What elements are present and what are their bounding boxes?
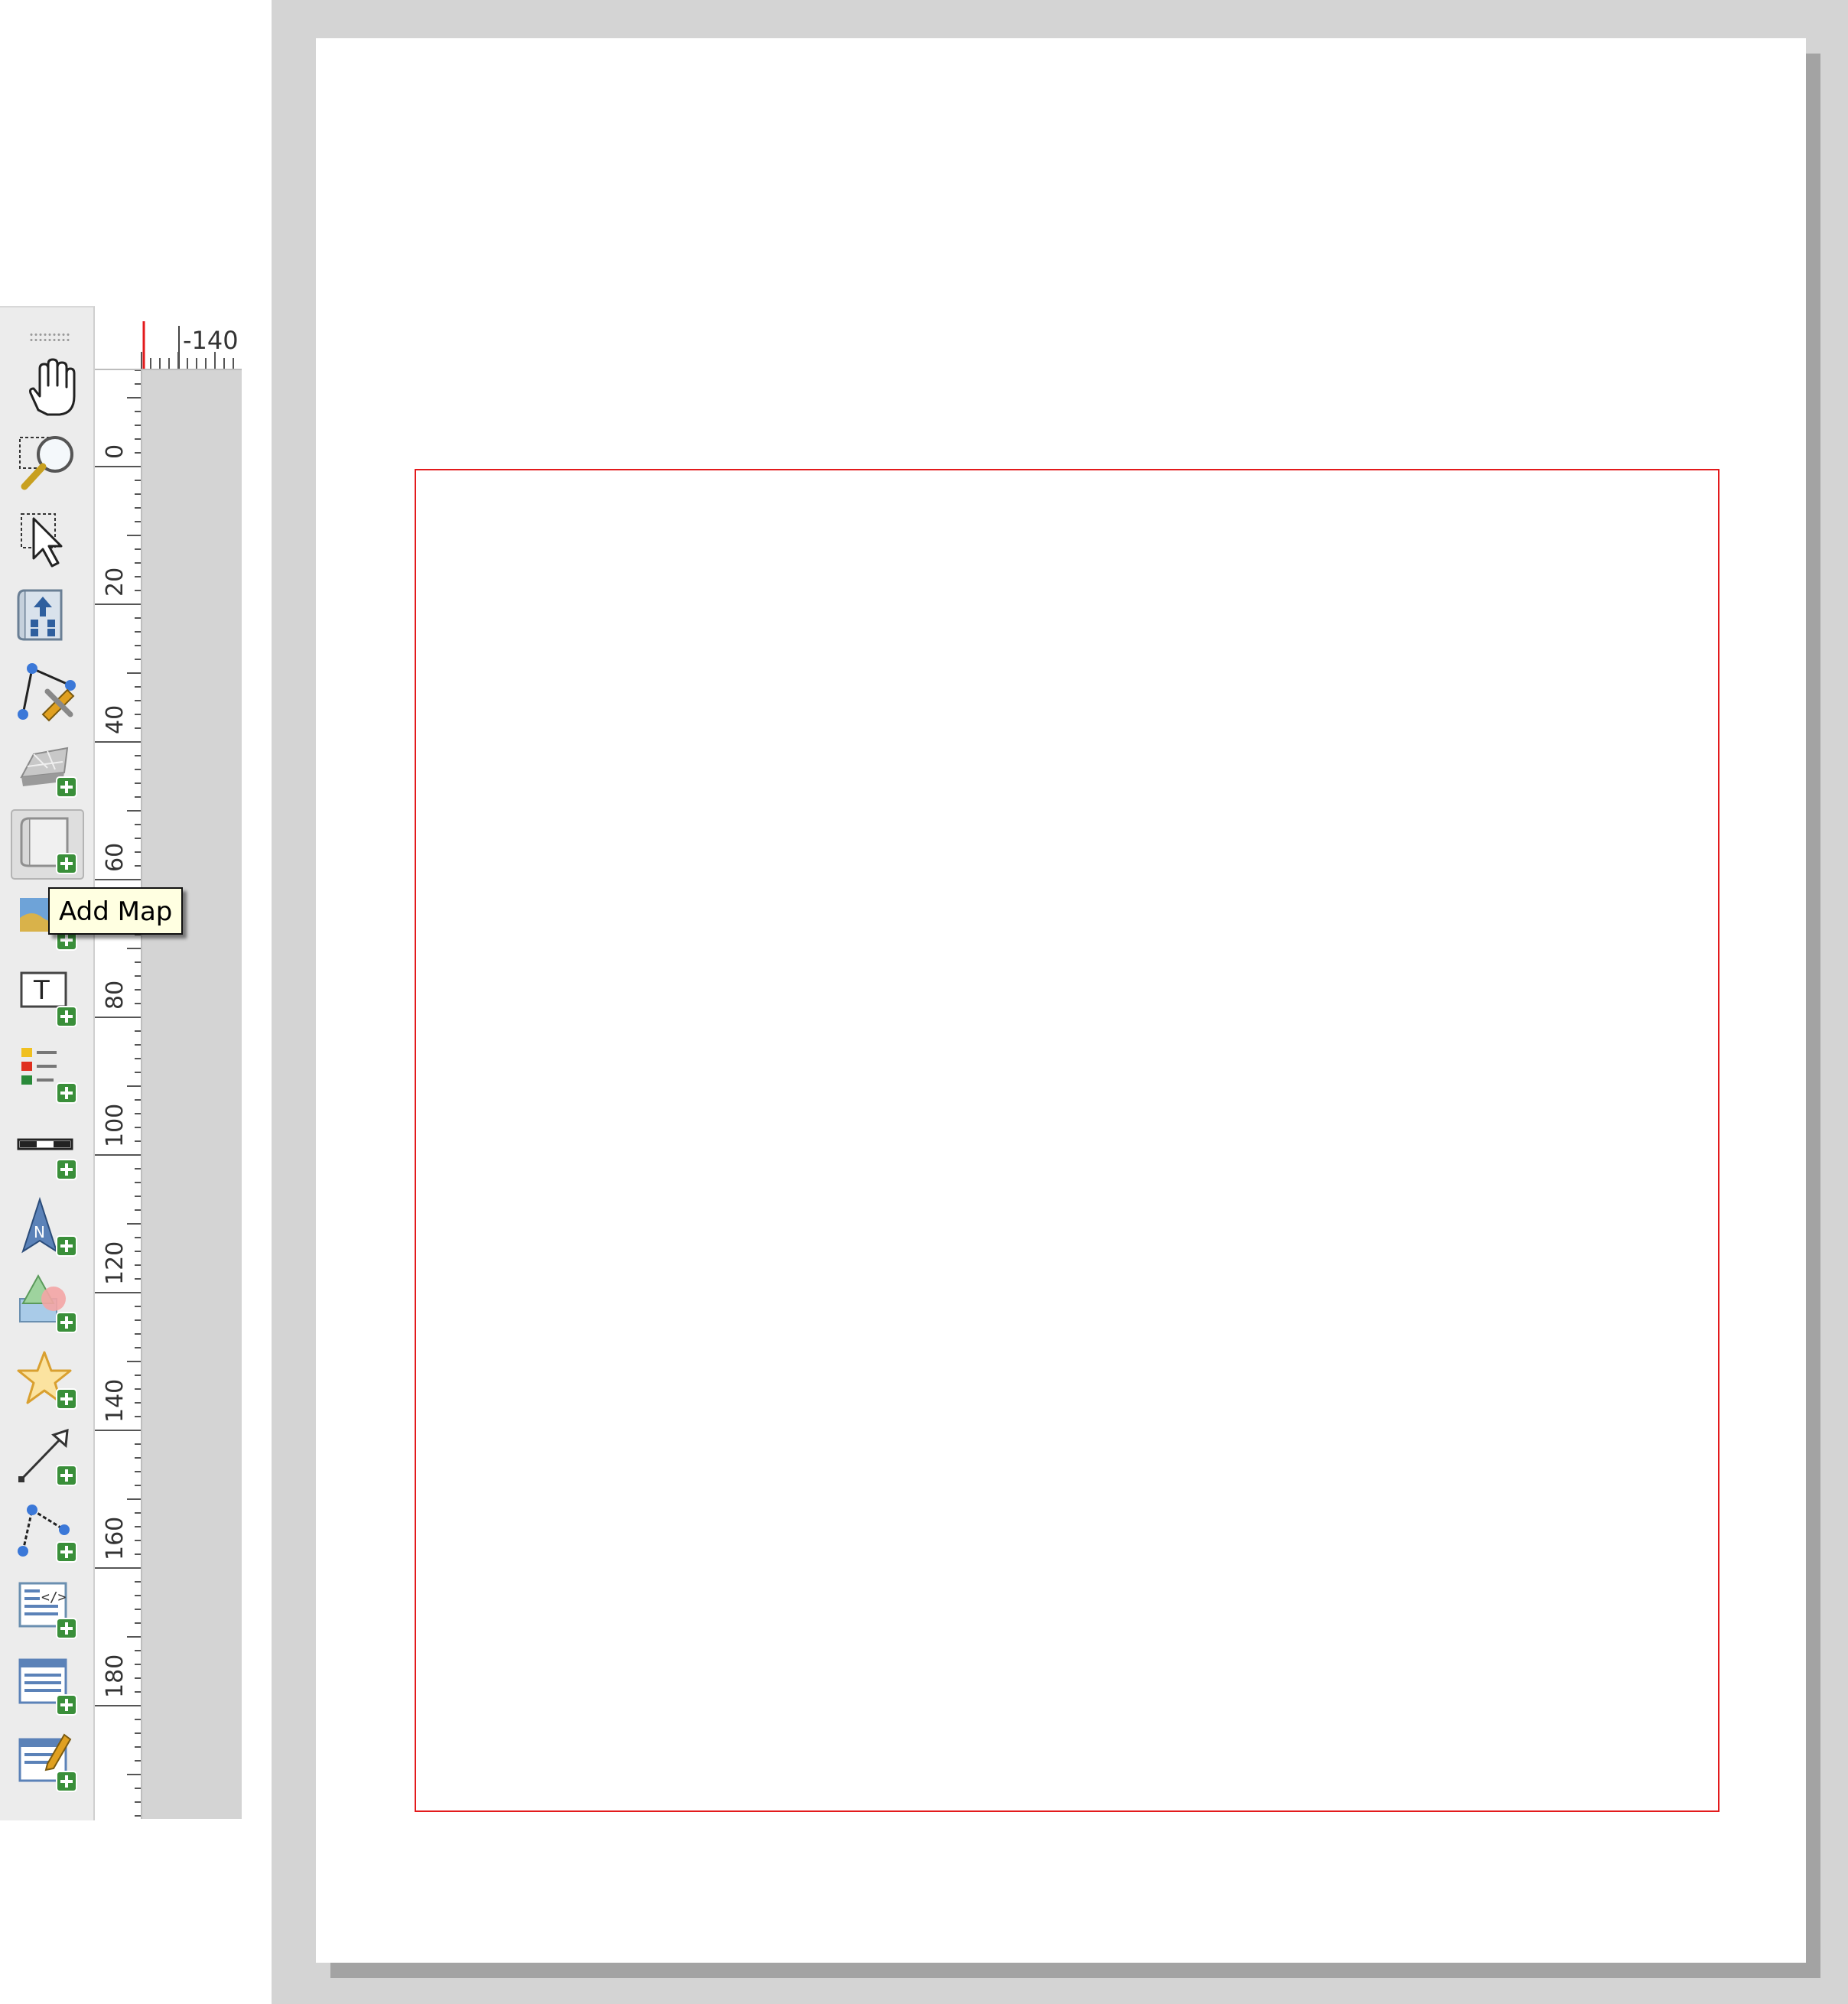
edit-nodes-icon — [18, 663, 76, 722]
node-item-add-icon — [18, 1505, 77, 1563]
add-badge — [56, 1694, 77, 1716]
3d-map-add-icon — [20, 747, 77, 798]
edit-nodes-tool[interactable] — [11, 656, 84, 727]
hand-icon — [29, 358, 76, 416]
add-badge — [56, 1159, 77, 1180]
vertical-ruler-label: 80 — [102, 981, 129, 1010]
vertical-ruler[interactable]: 0 20 40 60 80 100 120 140 160 180 — [95, 370, 142, 1819]
add-badge — [56, 776, 77, 798]
toolbar-grip-handle[interactable] — [29, 332, 70, 343]
arrow-add-icon — [18, 1428, 77, 1486]
zoom-tool[interactable] — [11, 427, 84, 497]
add-node-item-tool[interactable] — [11, 1498, 84, 1568]
zoom-marquee-icon — [19, 436, 73, 490]
svg-text:N: N — [34, 1223, 45, 1241]
add-attribute-table-tool[interactable] — [11, 1651, 84, 1721]
pan-layout-tool[interactable] — [11, 350, 84, 421]
add-fixed-table-tool[interactable] — [11, 1727, 84, 1797]
scalebar-add-icon — [17, 1138, 77, 1180]
add-badge — [56, 1465, 77, 1486]
fixed-table-add-icon — [18, 1733, 77, 1792]
map-item-selection-frame[interactable] — [415, 469, 1719, 1812]
marker-star-add-icon — [17, 1351, 77, 1410]
vertical-ruler-label: 100 — [102, 1104, 129, 1147]
add-scale-bar-tool[interactable] — [11, 1115, 84, 1186]
add-badge — [56, 1082, 77, 1104]
vertical-ruler-label: 120 — [102, 1241, 129, 1285]
north-arrow-add-icon: N — [21, 1196, 77, 1257]
layout-canvas[interactable] — [272, 0, 1848, 2004]
add-html-tool[interactable]: </> — [11, 1574, 84, 1645]
legend-add-icon — [21, 1048, 77, 1104]
add-badge — [56, 1006, 77, 1027]
add-badge — [56, 1618, 77, 1639]
select-arrow-icon — [21, 513, 63, 568]
move-item-content-tool[interactable] — [11, 580, 84, 650]
vertical-ruler-label: 40 — [102, 705, 129, 734]
svg-text:T: T — [33, 975, 50, 1006]
label-add-icon: T — [20, 971, 77, 1027]
horizontal-ruler-label: -140 — [183, 326, 239, 355]
vertical-ruler-label: 20 — [102, 568, 129, 597]
map-add-icon — [20, 817, 77, 874]
vertical-ruler-ticks: 0 20 40 60 80 100 120 140 160 180 — [95, 370, 141, 1817]
vertical-ruler-label: 60 — [102, 843, 129, 872]
add-map-tool[interactable] — [11, 809, 84, 880]
add-badge — [56, 853, 77, 874]
add-badge — [56, 1771, 77, 1792]
add-north-arrow-tool[interactable]: N — [11, 1192, 84, 1262]
tooltip-add-map: Add Map — [48, 887, 184, 935]
add-badge — [56, 1312, 77, 1333]
horizontal-ruler-ticks: -140 — [141, 321, 239, 369]
add-shape-tool[interactable] — [11, 1268, 84, 1339]
toolbar-side-canvas-strip — [142, 370, 242, 1819]
vertical-ruler-label: 160 — [102, 1517, 129, 1560]
add-badge — [56, 1235, 77, 1257]
html-add-icon: </> — [18, 1582, 77, 1639]
select-move-item-tool[interactable] — [11, 503, 84, 574]
horizontal-ruler[interactable]: -140 — [95, 306, 242, 370]
add-marker-tool[interactable] — [11, 1345, 84, 1415]
table-add-icon — [18, 1658, 77, 1716]
vertical-ruler-label: 140 — [102, 1379, 129, 1423]
add-legend-tool[interactable] — [11, 1039, 84, 1109]
svg-text:</>: </> — [41, 1589, 67, 1605]
add-label-tool[interactable]: T — [11, 962, 84, 1033]
add-badge — [56, 1388, 77, 1410]
layout-page[interactable] — [316, 38, 1806, 1963]
vertical-ruler-label: 0 — [102, 444, 129, 459]
add-3d-map-tool[interactable] — [11, 733, 84, 803]
vertical-ruler-label: 180 — [102, 1654, 129, 1698]
add-badge — [56, 1541, 77, 1563]
shape-add-icon — [19, 1274, 77, 1333]
move-content-icon — [17, 589, 63, 641]
add-arrow-tool[interactable] — [11, 1421, 84, 1492]
